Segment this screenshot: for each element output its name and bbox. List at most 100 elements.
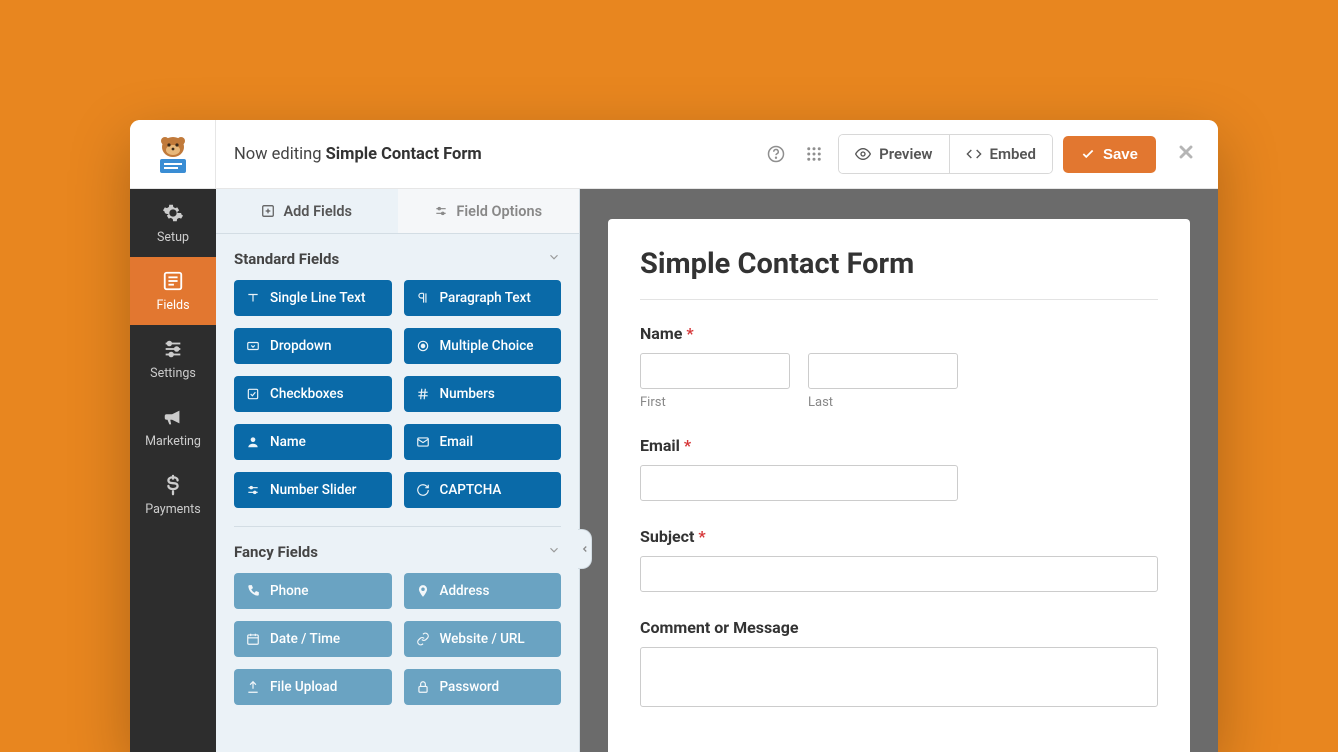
eye-icon [855,146,871,162]
field-single-line-text[interactable]: Single Line Text [234,280,392,316]
editing-label: Now editing Simple Contact Form [216,145,762,164]
required-asterisk: * [684,436,691,455]
add-icon [261,204,275,218]
megaphone-icon [162,406,184,428]
user-icon [246,435,260,449]
save-button[interactable]: Save [1063,136,1156,173]
section-standard-fields[interactable]: Standard Fields [234,234,561,280]
panel-scroll: Standard Fields Single Line Text Paragra… [216,234,579,752]
comment-textarea[interactable] [640,647,1158,707]
sublabel-first: First [640,395,790,410]
fancy-field-grid: Phone Address Date / Time Website / URL … [234,573,561,705]
sidebar-item-label: Fields [156,298,189,313]
check-icon [1081,147,1095,161]
tab-add-fields[interactable]: Add Fields [216,189,398,233]
title-divider [640,299,1158,300]
last-name-input[interactable] [808,353,958,389]
form-field-name[interactable]: Name* First Last [640,324,1158,410]
slider-icon [246,483,260,497]
logo[interactable] [130,120,216,189]
app-window: Now editing Simple Contact Form Preview … [130,120,1218,752]
sidebar-item-label: Marketing [145,434,201,449]
field-paragraph-text[interactable]: Paragraph Text [404,280,562,316]
required-asterisk: * [698,527,705,546]
email-input[interactable] [640,465,958,501]
preview-button[interactable]: Preview [839,135,948,173]
top-actions: Preview Embed Save [762,134,1218,174]
checkbox-icon [246,387,260,401]
chevron-down-icon [547,543,561,561]
hash-icon [416,387,430,401]
field-label: Comment or Message [640,618,1158,637]
topbar: Now editing Simple Contact Form Preview … [130,120,1218,189]
sidebar: Setup Fields Settings Marketing Payments [130,189,216,752]
sliders-icon [162,338,184,360]
field-password[interactable]: Password [404,669,562,705]
first-name-input[interactable] [640,353,790,389]
field-checkboxes[interactable]: Checkboxes [234,376,392,412]
pin-icon [416,584,430,598]
sidebar-item-payments[interactable]: Payments [130,461,216,529]
fields-panel: Add Fields Field Options Standard Fields… [216,189,580,752]
editing-prefix: Now editing [234,145,326,164]
mail-icon [416,435,430,449]
field-website-url[interactable]: Website / URL [404,621,562,657]
form-icon [162,270,184,292]
form-field-subject[interactable]: Subject* [640,527,1158,592]
sidebar-item-marketing[interactable]: Marketing [130,393,216,461]
dollar-icon [162,474,184,496]
field-phone[interactable]: Phone [234,573,392,609]
bear-logo-icon [152,133,194,175]
collapse-panel-button[interactable] [578,529,592,569]
radio-icon [416,339,430,353]
sidebar-item-label: Payments [145,502,200,517]
sidebar-item-fields[interactable]: Fields [130,257,216,325]
field-file-upload[interactable]: File Upload [234,669,392,705]
apps-grid-icon[interactable] [800,140,828,168]
subject-input[interactable] [640,556,1158,592]
link-icon [416,632,430,646]
field-datetime[interactable]: Date / Time [234,621,392,657]
lock-icon [416,680,430,694]
form-field-email[interactable]: Email* [640,436,1158,501]
paragraph-icon [416,291,430,305]
sublabel-last: Last [808,395,958,410]
sidebar-item-settings[interactable]: Settings [130,325,216,393]
field-number-slider[interactable]: Number Slider [234,472,392,508]
dropdown-icon [246,339,260,353]
form-field-comment[interactable]: Comment or Message [640,618,1158,711]
code-icon [966,146,982,162]
embed-button[interactable]: Embed [949,135,1052,173]
close-button[interactable] [1172,140,1200,168]
field-address[interactable]: Address [404,573,562,609]
app-body: Setup Fields Settings Marketing Payments [130,189,1218,752]
sidebar-item-label: Setup [157,230,189,245]
field-name[interactable]: Name [234,424,392,460]
refresh-icon [416,483,430,497]
help-icon[interactable] [762,140,790,168]
required-asterisk: * [686,324,693,343]
canvas-outer: Simple Contact Form Name* First Last [580,189,1218,752]
sidebar-item-label: Settings [150,366,196,381]
preview-embed-group: Preview Embed [838,134,1053,174]
field-label: Name* [640,324,1158,343]
tab-field-options[interactable]: Field Options [398,189,580,233]
form-name: Simple Contact Form [326,145,482,164]
close-icon [1176,142,1196,162]
form-title: Simple Contact Form [640,247,1158,281]
chevron-left-icon [580,544,590,554]
sidebar-item-setup[interactable]: Setup [130,189,216,257]
chevron-down-icon [547,250,561,268]
text-icon [246,291,260,305]
upload-icon [246,680,260,694]
panel-tabs: Add Fields Field Options [216,189,579,234]
form-canvas[interactable]: Simple Contact Form Name* First Last [608,219,1190,752]
section-fancy-fields[interactable]: Fancy Fields [234,527,561,573]
field-dropdown[interactable]: Dropdown [234,328,392,364]
field-multiple-choice[interactable]: Multiple Choice [404,328,562,364]
field-label: Subject* [640,527,1158,546]
field-email[interactable]: Email [404,424,562,460]
field-numbers[interactable]: Numbers [404,376,562,412]
calendar-icon [246,632,260,646]
field-captcha[interactable]: CAPTCHA [404,472,562,508]
